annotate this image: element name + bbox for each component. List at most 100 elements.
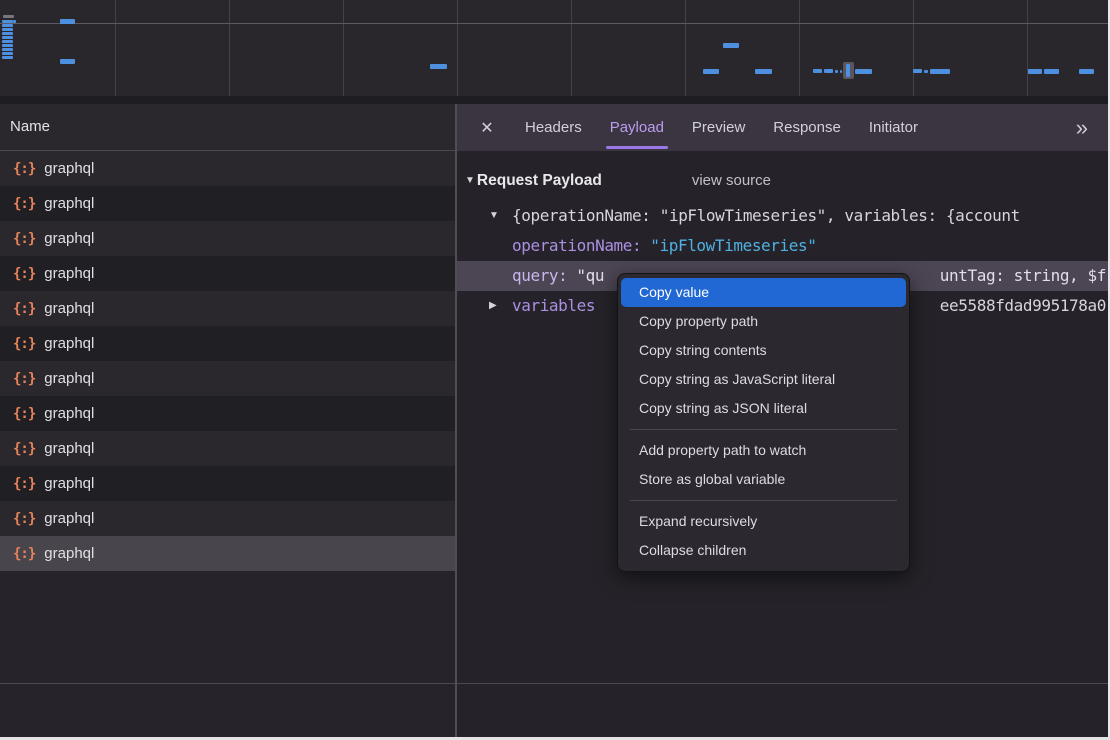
waterfall-bar <box>60 59 75 64</box>
tree-row-operation-name[interactable]: operationName:"ipFlowTimeseries" <box>457 231 1110 261</box>
request-list: {:} graphql {:} graphql {:} graphql {:} graphql… <box>0 151 455 571</box>
menu-item-copy-string-contents[interactable]: Copy string contents <box>618 336 909 365</box>
detail-tab-bar: ✕ Headers Payload Preview Response Initiator… <box>457 104 1110 151</box>
view-source-link[interactable]: view source <box>692 172 771 189</box>
json-request-icon: {:} <box>13 196 35 212</box>
request-name-label: graphql <box>44 440 94 457</box>
json-request-icon: {:} <box>13 301 35 317</box>
waterfall-bar <box>430 64 447 69</box>
menu-item-copy-value[interactable]: Copy value <box>621 278 906 307</box>
network-overview-waterfall[interactable] <box>0 0 1110 104</box>
overview-bottom-strip <box>0 96 1110 104</box>
menu-item-copy-property-path[interactable]: Copy property path <box>618 307 909 336</box>
collapse-icon[interactable]: ▼ <box>489 201 499 231</box>
request-name-label: graphql <box>44 510 94 527</box>
waterfall-bar <box>2 44 13 47</box>
menu-item-store-as-global-variable[interactable]: Store as global variable <box>618 465 909 494</box>
request-row[interactable]: {:} graphql <box>0 221 455 256</box>
request-row[interactable]: {:} graphql <box>0 396 455 431</box>
detail-footer-divider <box>457 683 1110 684</box>
waterfall-bar <box>924 70 928 73</box>
request-payload-section: ▼ Request Payload view source <box>457 151 1110 197</box>
waterfall-bar <box>3 15 14 18</box>
request-row[interactable]: {:}graphql <box>0 431 455 466</box>
json-request-icon: {:} <box>13 161 35 177</box>
json-request-icon: {:} <box>13 406 35 422</box>
waterfall-bar <box>723 43 739 48</box>
request-row[interactable]: {:} graphql <box>0 501 455 536</box>
more-tabs-icon[interactable]: » <box>1076 115 1088 141</box>
json-request-icon: {:} <box>13 546 35 562</box>
request-name-label: graphql <box>44 335 94 352</box>
tab-initiator[interactable]: Initiator <box>869 104 918 151</box>
waterfall-bar <box>2 20 13 23</box>
request-name-label: graphql <box>44 195 94 212</box>
waterfall-bar <box>835 70 838 73</box>
tab-payload[interactable]: Payload <box>610 104 664 151</box>
waterfall-bar <box>813 69 822 73</box>
request-name-label: graphql <box>44 475 94 492</box>
tab-headers[interactable]: Headers <box>525 104 582 151</box>
request-name-label: graphql <box>44 405 94 422</box>
section-title: Request Payload <box>477 172 602 190</box>
request-name-label: graphql <box>44 230 94 247</box>
property-key: query: <box>512 266 567 285</box>
json-request-icon: {:} <box>13 336 35 352</box>
waterfall-bar <box>13 20 16 23</box>
waterfall-bar <box>755 69 772 74</box>
context-menu: Copy valueCopy property pathCopy string … <box>617 273 910 572</box>
waterfall-bar <box>2 36 13 39</box>
waterfall-bar <box>913 69 922 73</box>
request-row[interactable]: {:}graphql <box>0 361 455 396</box>
json-request-icon: {:} <box>13 266 35 282</box>
menu-item-copy-string-as-json-literal[interactable]: Copy string as JSON literal <box>618 394 909 423</box>
json-request-icon: {:} <box>13 371 35 387</box>
waterfall-bar <box>824 69 833 73</box>
tab-preview[interactable]: Preview <box>692 104 745 151</box>
waterfall-bar <box>2 24 13 27</box>
property-key: variables <box>512 296 595 315</box>
request-row[interactable]: {:}graphql <box>0 466 455 501</box>
property-value: "ipFlowTimeseries" <box>650 236 816 255</box>
waterfall-bar <box>1079 69 1094 74</box>
close-icon[interactable]: ✕ <box>477 118 497 138</box>
request-name-label: graphql <box>44 545 94 562</box>
waterfall-bar <box>846 64 850 77</box>
tree-row-root[interactable]: ▼ {operationName: "ipFlowTimeseries", va… <box>457 201 1110 231</box>
devtools-network-panel: Name {:}graphql{:}graphql{:}graphql{:}gr… <box>0 0 1110 740</box>
request-row[interactable]: {:} graphql <box>0 536 455 571</box>
tab-response[interactable]: Response <box>773 104 841 151</box>
waterfall-bar <box>2 28 13 31</box>
menu-item-expand-recursively[interactable]: Expand recursively <box>618 507 909 536</box>
request-row[interactable]: {:} graphql <box>0 186 455 221</box>
overview-gridline <box>457 0 458 96</box>
request-list-panel: Name {:}graphql{:}graphql{:}graphql{:}gr… <box>0 104 455 740</box>
menu-separator <box>630 429 897 430</box>
request-row[interactable]: {:} graphql <box>0 256 455 291</box>
json-request-icon: {:} <box>13 511 35 527</box>
request-row[interactable]: {:} graphql <box>0 326 455 361</box>
waterfall-bar <box>60 19 75 24</box>
property-value-end: ee5588fdad995178a0 <box>940 291 1106 321</box>
waterfall-bar <box>930 69 950 74</box>
expand-icon[interactable]: ▶ <box>489 291 496 321</box>
property-value-end: untTag: string, $f <box>940 261 1106 291</box>
menu-separator <box>630 500 897 501</box>
menu-item-collapse-children[interactable]: Collapse children <box>618 536 909 565</box>
request-name-label: graphql <box>44 300 94 317</box>
summary-bar-divider <box>0 683 455 684</box>
waterfall-bar <box>2 32 13 35</box>
request-row[interactable]: {:} graphql <box>0 291 455 326</box>
name-column-header[interactable]: Name <box>0 104 455 151</box>
section-collapse-icon[interactable]: ▼ <box>465 175 475 186</box>
request-name-label: graphql <box>44 265 94 282</box>
waterfall-bar <box>855 69 872 74</box>
menu-item-add-property-path-to-watch[interactable]: Add property path to watch <box>618 436 909 465</box>
json-request-icon: {:} <box>13 231 35 247</box>
waterfall-bar <box>703 69 719 74</box>
overview-gridline <box>115 0 116 96</box>
menu-item-copy-string-as-javascript-literal[interactable]: Copy string as JavaScript literal <box>618 365 909 394</box>
request-row[interactable]: {:}graphql <box>0 151 455 186</box>
waterfall-bar <box>1044 69 1059 74</box>
waterfall-bar <box>2 48 13 51</box>
